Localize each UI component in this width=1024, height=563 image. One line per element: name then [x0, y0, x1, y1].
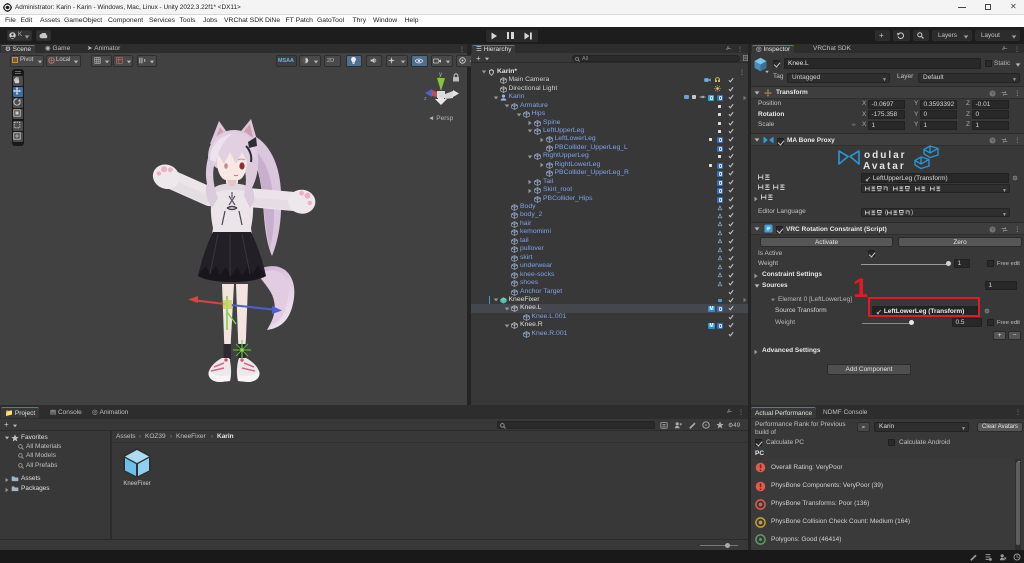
svg-text:y: y [439, 72, 442, 78]
svg-text:odular: odular [864, 150, 907, 161]
svg-text:z: z [424, 96, 427, 102]
svg-text:Avatar: Avatar [863, 161, 906, 172]
